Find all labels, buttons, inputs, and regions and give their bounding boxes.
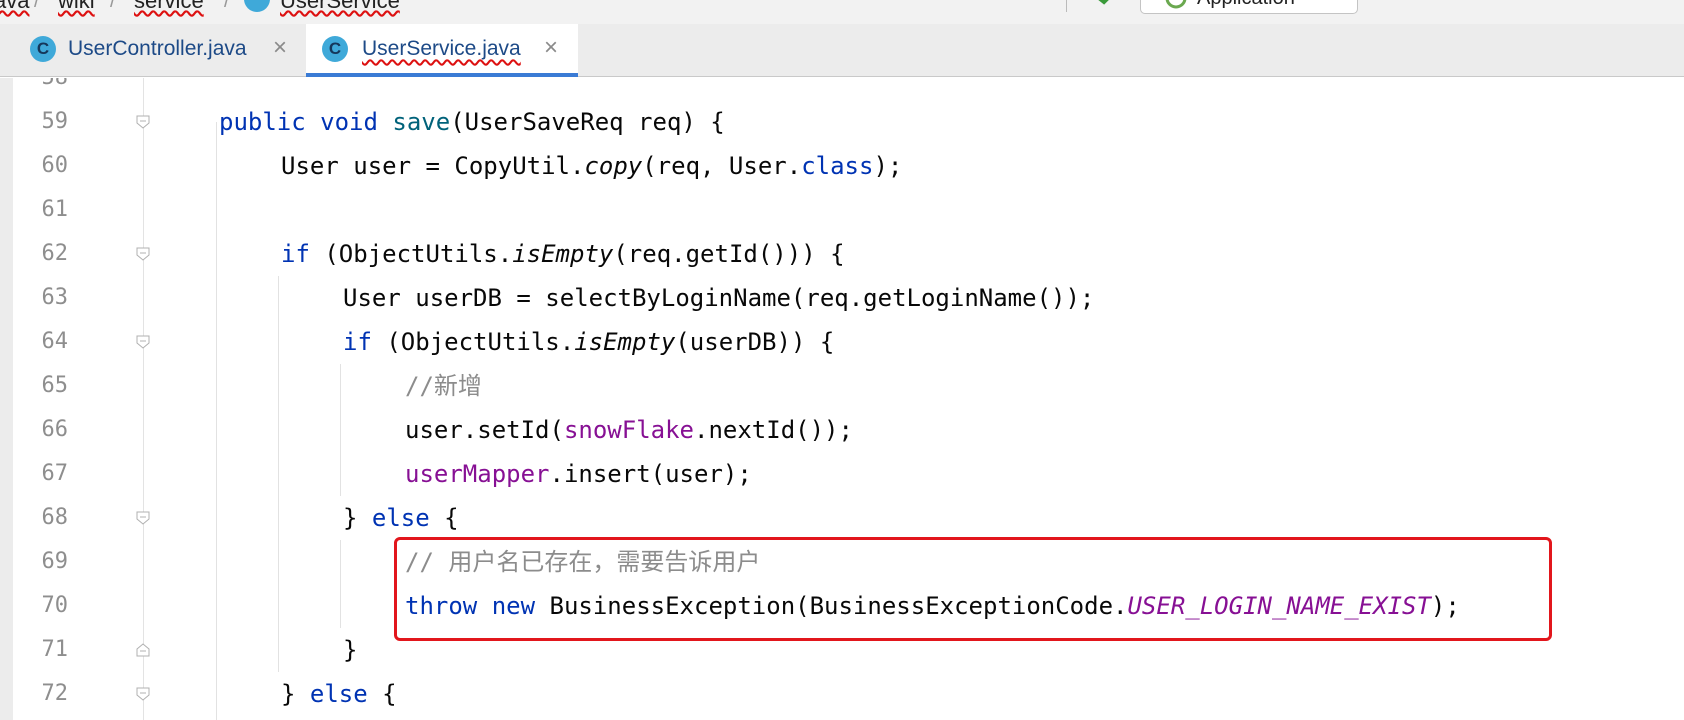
line-number: 64 [41,329,69,354]
tab-user-controller[interactable]: C UserController.java × [14,24,304,77]
run-icon[interactable] [1386,0,1410,10]
tab-label: UserService.java [362,37,521,60]
line-number: 59 [41,109,69,134]
breadcrumb-item[interactable]: UserService [280,0,400,14]
code-line[interactable]: public void save(UserSaveReq req) { [219,100,725,144]
breadcrumb-separator: / [34,0,40,12]
code-line[interactable]: } else { [343,496,459,540]
breadcrumb-separator: / [224,0,230,12]
code-line[interactable]: userMapper.insert(user); [405,452,752,496]
coverage-icon[interactable] [1490,0,1514,10]
run-configuration-label: Application [1197,0,1295,9]
class-icon: C [322,36,348,62]
line-number: 70 [41,593,69,618]
stop-icon[interactable] [1616,0,1640,10]
tab-user-service[interactable]: C UserService.java × [306,24,578,77]
code-line[interactable]: if (ObjectUtils.isEmpty(userDB)) { [343,320,834,364]
code-line[interactable]: user.setId(snowFlake.nextId()); [405,408,853,452]
code-line[interactable]: } [343,628,357,672]
indent-guide [340,364,341,496]
tab-label: UserController.java [68,37,247,60]
line-number: 71 [41,637,69,662]
line-number: 63 [41,285,69,310]
fold-icon[interactable] [136,643,150,657]
user-icon[interactable] [996,0,1020,10]
toolbar-divider [1066,0,1067,12]
line-number: 61 [41,197,69,222]
indent-guide [340,540,341,628]
code-line[interactable]: User user = CopyUtil.copy(req, User.clas… [281,144,902,188]
editor-tab-bar: C UserController.java × C UserService.ja… [0,24,1684,77]
spring-boot-icon [1165,0,1187,9]
code-line[interactable]: } else { [281,672,397,716]
line-number: 60 [41,153,69,178]
line-number: 62 [41,241,69,266]
back-arrow-icon[interactable] [1090,0,1114,10]
line-number: 58 [20,78,69,100]
fold-icon[interactable] [136,247,150,261]
line-number: 69 [41,549,69,574]
fold-icon[interactable] [136,335,150,349]
highlight-annotation-box [394,537,1552,641]
line-number: 67 [41,461,69,486]
code-line[interactable]: if (ObjectUtils.isEmpty(req.getId())) { [281,232,845,276]
debug-icon[interactable] [1436,0,1460,10]
line-number: 65 [41,373,69,398]
close-icon[interactable]: × [544,33,558,63]
indent-guide [216,122,217,720]
fold-icon[interactable] [136,687,150,701]
fold-icon[interactable] [136,115,150,129]
line-number: 72 [41,681,69,706]
line-number: 66 [41,417,69,442]
run-configuration-selector[interactable]: Application [1140,0,1358,14]
breadcrumb-item[interactable]: wiki [58,0,95,14]
code-editor[interactable]: 58 59 60 61 62 63 64 65 66 67 68 69 70 7… [0,78,1684,720]
breadcrumb-separator: / [110,0,116,12]
code-line[interactable]: User userDB = selectByLoginName(req.getL… [343,276,1094,320]
code-comment[interactable]: //新增 [405,364,482,408]
line-number: 68 [41,505,69,530]
profile-icon[interactable] [1546,0,1570,10]
breadcrumb-item[interactable]: ava [0,0,29,14]
editor-left-strip [0,78,13,720]
class-icon [244,0,270,12]
close-icon[interactable]: × [273,33,287,63]
navigation-bar: ava / wiki / service / UserService Appli… [0,0,1684,25]
gutter-separator [143,78,144,720]
class-icon: C [30,36,56,62]
fold-icon[interactable] [136,511,150,525]
breadcrumb-item[interactable]: service [134,0,204,14]
indent-guide [278,276,279,672]
